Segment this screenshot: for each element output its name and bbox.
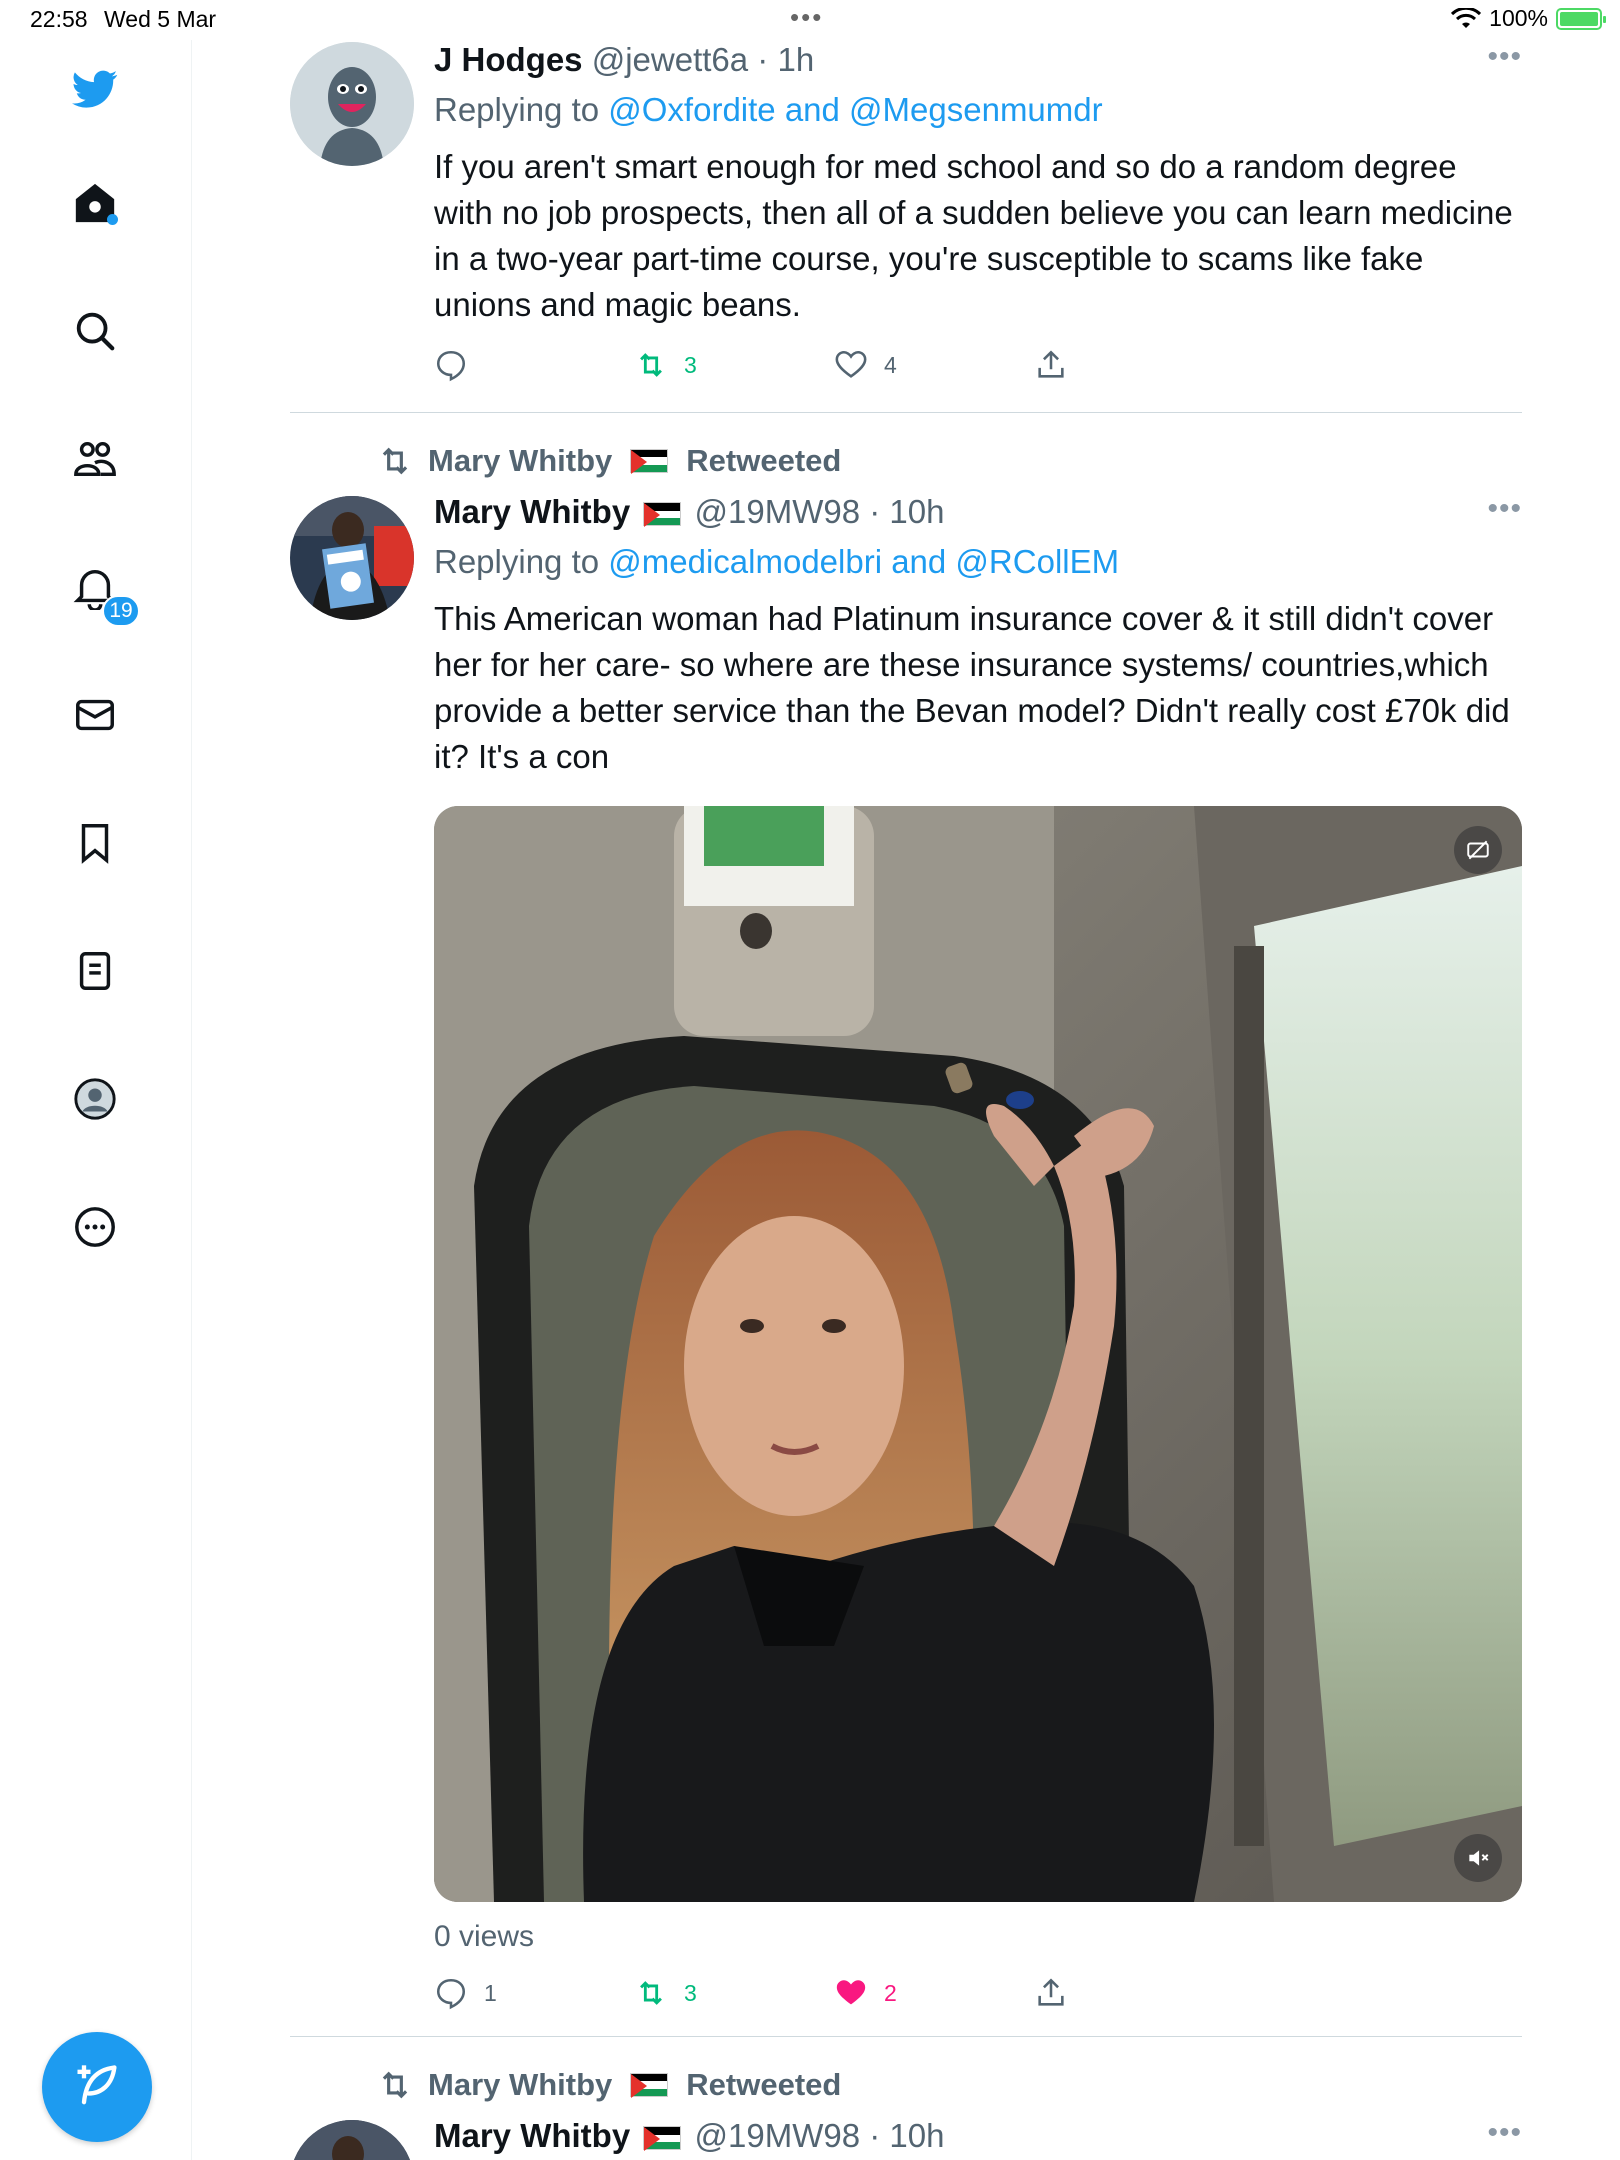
- status-right: 100%: [1451, 5, 1606, 32]
- palestine-flag-icon: [643, 502, 682, 528]
- tweet-more-icon[interactable]: •••: [1487, 2116, 1522, 2150]
- share-button[interactable]: [1034, 348, 1068, 382]
- retweeted-label: Retweeted: [686, 2067, 842, 2102]
- author-name[interactable]: Mary Whitby: [434, 493, 630, 530]
- tweet-video[interactable]: [434, 806, 1522, 1902]
- replying-to: Replying to @medicalmodelbri and @RCollE…: [434, 542, 1522, 582]
- retweeted-label: Retweeted: [686, 443, 842, 478]
- home-unread-dot: [107, 214, 118, 225]
- share-icon: [1038, 350, 1064, 378]
- messages-icon[interactable]: [64, 684, 126, 746]
- author-name[interactable]: Mary Whitby: [434, 2117, 630, 2154]
- view-count: 0 views: [434, 1920, 535, 1953]
- retweeted-by-name: Mary Whitby: [428, 443, 613, 478]
- replying-to-links[interactable]: @medicalmodelbri and @RCollEM: [608, 543, 1119, 580]
- compose-tweet-button[interactable]: [42, 2032, 152, 2142]
- tweet-content: Mary Whitby @19MW98 · 10h ••• Replying t…: [434, 492, 1522, 2026]
- palestine-flag-icon: [630, 2073, 669, 2098]
- tweet-header: J Hodges @jewett6a · 1h: [434, 41, 815, 78]
- tweet-content: Mary Whitby @19MW98 · 10h •••: [434, 2116, 1522, 2156]
- tweet-text: If you aren't smart enough for med schoo…: [434, 148, 1513, 323]
- profile-avatar-icon[interactable]: [64, 1068, 126, 1130]
- avatar[interactable]: [290, 2120, 414, 2160]
- palestine-flag-icon: [630, 449, 669, 474]
- search-icon[interactable]: [64, 300, 126, 362]
- tweet-more-icon[interactable]: •••: [1487, 492, 1522, 526]
- reply-button[interactable]: 1: [434, 1976, 497, 2010]
- tweet-header: Mary Whitby @19MW98 · 10h: [434, 493, 945, 530]
- replying-to-links[interactable]: @Oxfordite and @Megsenmumdr: [608, 91, 1102, 128]
- retweet-count: 3: [684, 351, 697, 378]
- retweet-button[interactable]: 3: [634, 1976, 697, 2010]
- twitter-logo-icon[interactable]: [64, 58, 126, 120]
- like-button[interactable]: 2: [834, 1976, 897, 2010]
- tweet-time: 1h: [777, 41, 815, 78]
- battery-percent: 100%: [1489, 5, 1548, 31]
- avatar[interactable]: [290, 42, 414, 166]
- status-bar: 22:58 Wed 5 Mar ••• 100%: [0, 0, 1620, 40]
- tweet-content: J Hodges @jewett6a · 1h ••• Replying to …: [434, 40, 1522, 398]
- reply-count: 1: [484, 1979, 497, 2006]
- retweeted-by-row[interactable]: Mary Whitby Retweeted: [376, 442, 841, 480]
- retweet-button[interactable]: 3: [634, 348, 697, 382]
- avatar[interactable]: [290, 496, 414, 620]
- palestine-flag-icon: [643, 2126, 682, 2152]
- tweet-divider: [290, 2036, 1522, 2037]
- tweet-time: 10h: [889, 493, 945, 530]
- author-name[interactable]: J Hodges: [434, 41, 583, 78]
- replying-to-label: Replying to: [434, 543, 609, 580]
- replying-to: Replying to @Oxfordite and @Megsenmumdr: [434, 90, 1522, 130]
- multitasking-dots-icon[interactable]: •••: [790, 2, 823, 33]
- reply-button[interactable]: [434, 348, 468, 382]
- retweeted-by-row[interactable]: Mary Whitby Retweeted: [376, 2066, 841, 2104]
- heart-filled-icon: [836, 1980, 866, 2005]
- wifi-icon: [1451, 7, 1482, 28]
- like-count: 2: [884, 1979, 897, 2006]
- heart-icon: [835, 350, 867, 378]
- tweet-actions: 1 3 2: [434, 1976, 1522, 2026]
- share-button[interactable]: [1034, 1976, 1068, 2010]
- retweet-icon: [640, 1981, 662, 2005]
- retweet-icon: [382, 2071, 408, 2099]
- more-options-icon[interactable]: [64, 1196, 126, 1258]
- tweet-mary-whitby-2[interactable]: Mary Whitby @19MW98 · 10h •••: [290, 2116, 1522, 2160]
- retweeted-by-name: Mary Whitby: [428, 2067, 613, 2102]
- like-count: 4: [884, 351, 897, 378]
- author-handle[interactable]: @jewett6a: [592, 41, 748, 78]
- tweet-time: 10h: [889, 2117, 945, 2154]
- retweet-icon: [382, 447, 408, 475]
- tweet-header: Mary Whitby @19MW98 · 10h: [434, 2117, 945, 2154]
- tweet-more-icon[interactable]: •••: [1487, 40, 1522, 74]
- tweet-text: This American woman had Platinum insuran…: [434, 600, 1510, 775]
- video-frame: [434, 806, 1522, 1902]
- mute-toggle-icon[interactable]: [1454, 1834, 1502, 1882]
- battery-icon: [1556, 7, 1606, 30]
- retweet-count: 3: [684, 1979, 697, 2006]
- tweet-divider: [290, 412, 1522, 413]
- bookmarks-icon[interactable]: [64, 812, 126, 874]
- retweet-icon: [640, 353, 662, 377]
- communities-icon[interactable]: [64, 428, 126, 490]
- compose-feather-icon: [77, 2065, 117, 2105]
- like-button[interactable]: 4: [834, 348, 897, 382]
- home-icon[interactable]: [64, 172, 126, 234]
- reply-icon: [436, 1978, 466, 2010]
- status-date: Wed 5 Mar: [104, 6, 217, 32]
- replying-to-label: Replying to: [434, 91, 609, 128]
- notifications-badge: 19: [102, 595, 140, 627]
- tweet-actions: 3 4: [434, 348, 1522, 398]
- author-handle[interactable]: @19MW98: [695, 493, 861, 530]
- lists-icon[interactable]: [64, 940, 126, 1002]
- reply-icon: [436, 350, 466, 382]
- sidebar-nav: 19: [0, 40, 192, 2160]
- status-time: 22:58: [30, 6, 88, 32]
- share-icon: [1038, 1978, 1064, 2006]
- captions-toggle-icon[interactable]: [1454, 826, 1502, 874]
- author-handle[interactable]: @19MW98: [695, 2117, 861, 2154]
